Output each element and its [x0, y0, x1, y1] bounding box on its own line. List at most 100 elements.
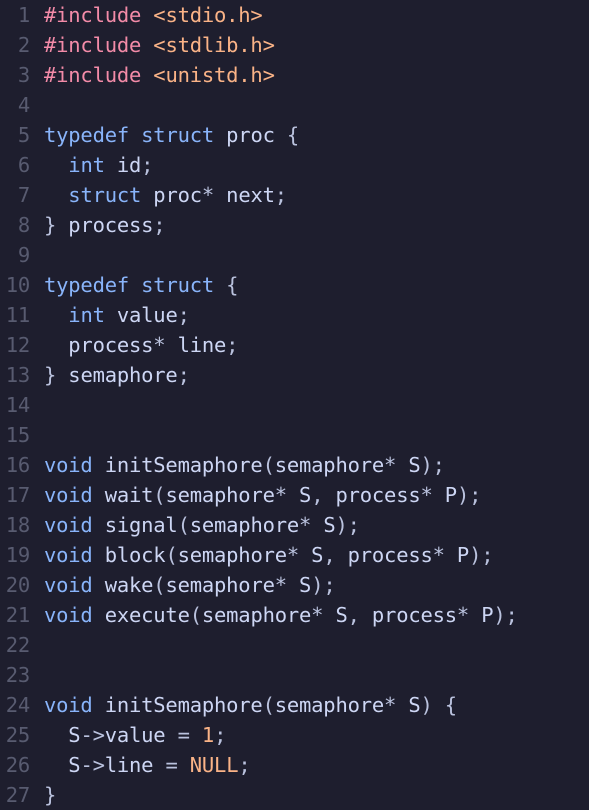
line-number: 9: [17, 243, 30, 267]
code-token: id: [104, 153, 142, 177]
code-token: }: [44, 783, 57, 807]
code-line[interactable]: 5 typedef struct proc {: [0, 120, 589, 150]
code-token: block: [92, 543, 166, 567]
code-token: );: [469, 543, 494, 567]
code-token: void: [44, 513, 93, 537]
line-number: 15: [5, 423, 30, 447]
line-number: 1: [17, 3, 30, 27]
code-token: *: [311, 603, 324, 627]
code-text: #include <unistd.h>: [44, 60, 275, 90]
code-text: void initSemaphore(semaphore* S) {: [44, 690, 457, 720]
code-token: *: [286, 543, 300, 567]
code-token: ;: [153, 213, 166, 237]
code-line[interactable]: 18 void signal(semaphore* S);: [0, 510, 589, 540]
line-number: 21: [5, 603, 30, 627]
code-text: } semaphore;: [44, 360, 190, 390]
code-token: proc: [214, 123, 287, 147]
code-token: process: [335, 543, 433, 567]
code-token: S: [299, 543, 324, 567]
code-line[interactable]: 16 void initSemaphore(semaphore* S);: [0, 450, 589, 480]
code-line[interactable]: 27}: [0, 780, 589, 810]
code-line[interactable]: 25 S->value = 1;: [0, 720, 589, 750]
code-line[interactable]: 13 } semaphore;: [0, 360, 589, 390]
code-token: ;: [177, 363, 190, 387]
code-token: P: [469, 603, 494, 627]
code-line[interactable]: 4: [0, 90, 589, 120]
code-token: ;: [214, 723, 227, 747]
code-token: <stdlib.h>: [153, 33, 275, 57]
code-token: *: [153, 333, 166, 357]
code-editor[interactable]: 1 #include <stdio.h> 2 #include <stdlib.h> 3…: [0, 0, 589, 809]
code-text: process* line;: [44, 330, 238, 360]
code-token: ;: [238, 753, 251, 777]
code-token: semaphore: [274, 693, 385, 717]
line-number: 27: [5, 783, 30, 807]
code-text: void block(semaphore* S, process* P);: [44, 540, 494, 570]
code-line[interactable]: 2 #include <stdlib.h>: [0, 30, 589, 60]
code-token: *: [456, 603, 470, 627]
code-text: void execute(semaphore* S, process* P);: [44, 600, 518, 630]
code-line[interactable]: 19 void block(semaphore* S, process* P);: [0, 540, 589, 570]
code-token: *: [432, 543, 445, 567]
code-token: ,: [347, 603, 360, 627]
code-line[interactable]: 3 #include <unistd.h>: [0, 60, 589, 90]
code-token: ->: [80, 753, 105, 777]
code-token: ): [420, 693, 433, 717]
code-line[interactable]: 23: [0, 660, 589, 690]
code-token: P: [432, 483, 457, 507]
code-token: int: [68, 153, 105, 177]
code-token: process: [44, 333, 154, 357]
code-token: value: [104, 303, 178, 327]
code-line[interactable]: 6 int id;: [0, 150, 589, 180]
code-token: void: [44, 693, 93, 717]
code-line[interactable]: 8} process;: [0, 210, 589, 240]
line-number: 19: [5, 543, 30, 567]
line-number: 2: [17, 33, 30, 57]
code-line[interactable]: 21 void execute(semaphore* S, process* P)…: [0, 600, 589, 630]
line-number: 6: [17, 153, 30, 177]
line-number: 18: [5, 513, 30, 537]
code-line[interactable]: 7 struct proc* next;: [0, 180, 589, 210]
code-token: =: [165, 753, 178, 777]
code-line[interactable]: 22: [0, 630, 589, 660]
code-line[interactable]: 26 S->line = NULL;: [0, 750, 589, 780]
code-token: *: [274, 573, 287, 597]
code-line[interactable]: 11 int value;: [0, 300, 589, 330]
code-line[interactable]: 10 typedef struct {: [0, 270, 589, 300]
code-text: void wait(semaphore* S, process* P);: [44, 480, 481, 510]
code-token: <unistd.h>: [153, 63, 275, 87]
code-line[interactable]: 14: [0, 390, 589, 420]
line-number: 13: [5, 363, 30, 387]
line-number: 23: [5, 663, 30, 687]
code-line[interactable]: 15: [0, 420, 589, 450]
code-token: {: [226, 273, 239, 297]
code-text: struct proc* next;: [44, 180, 287, 210]
code-line[interactable]: 1 #include <stdio.h>: [0, 0, 589, 30]
code-line[interactable]: 20 void wake(semaphore* S);: [0, 570, 589, 600]
code-line[interactable]: 9: [0, 240, 589, 270]
code-token: initSemaphore: [92, 693, 263, 717]
code-token: typedef: [44, 123, 129, 147]
code-line[interactable]: 12 process* line;: [0, 330, 589, 360]
line-number: 24: [5, 693, 30, 717]
code-line[interactable]: 17 void wait(semaphore* S, process* P);: [0, 480, 589, 510]
code-line[interactable]: 24 void initSemaphore(semaphore* S) {: [0, 690, 589, 720]
code-token: proc: [141, 183, 202, 207]
code-token: #include: [44, 33, 142, 57]
code-token: semaphore: [165, 573, 275, 597]
line-number: 12: [5, 333, 30, 357]
code-token: (: [153, 573, 166, 597]
line-number: 16: [5, 453, 30, 477]
code-token: );: [493, 603, 518, 627]
code-token: (: [153, 483, 166, 507]
code-token: ;: [177, 303, 190, 327]
code-token: struct: [141, 123, 215, 147]
code-text: typedef struct {: [44, 270, 239, 300]
